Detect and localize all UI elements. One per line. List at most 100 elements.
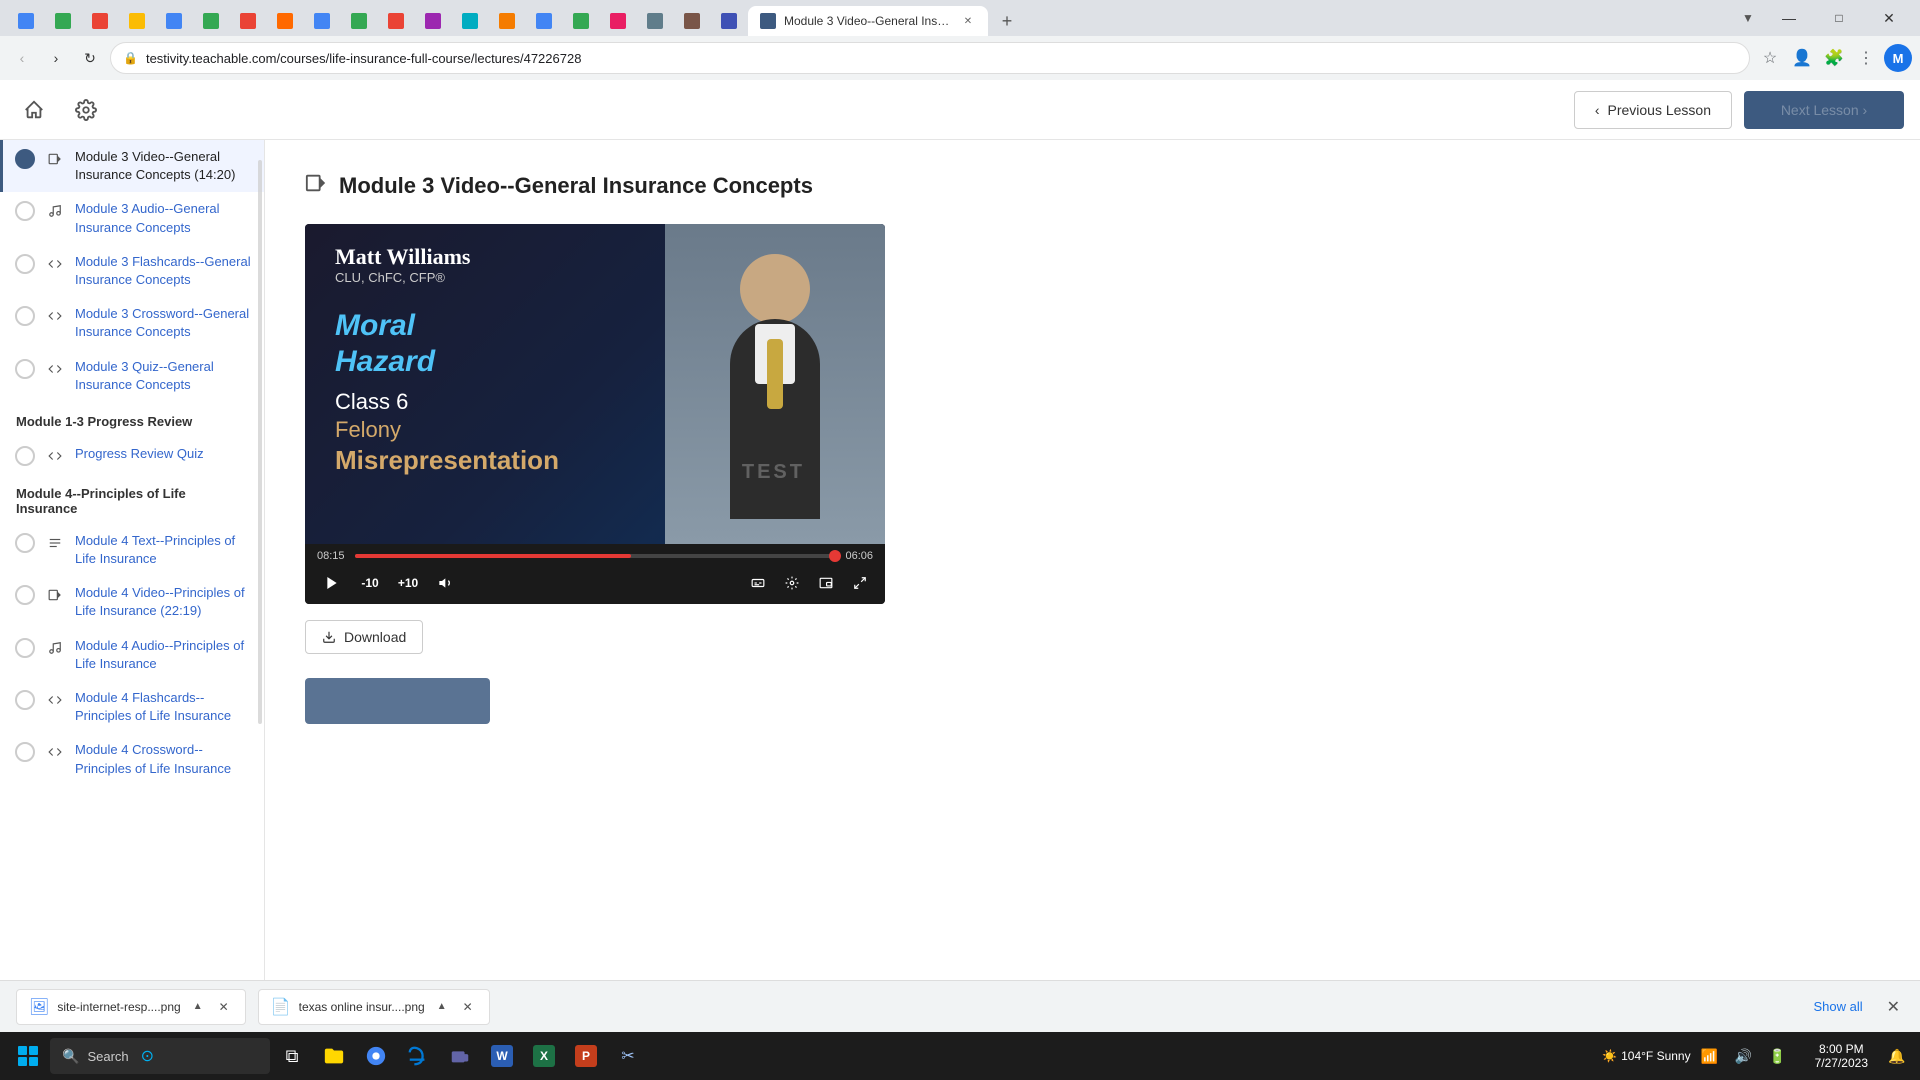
tab-search-btn[interactable]: ▼ (1734, 4, 1762, 32)
browser-tab-other18[interactable] (637, 6, 673, 36)
download-btn[interactable]: Download (305, 620, 423, 654)
sidebar-item-label-mod3-video: Module 3 Video--General Insurance Concep… (75, 148, 252, 184)
next-lesson-btn[interactable]: Next Lesson › (1744, 91, 1904, 129)
sidebar-item-mod4-audio[interactable]: Module 4 Audio--Principles of Life Insur… (0, 629, 264, 681)
browser-tab-other5[interactable] (156, 6, 192, 36)
taskbar-snipping[interactable]: ✂ (608, 1036, 648, 1076)
browser-tab-other19[interactable] (674, 6, 710, 36)
skip-fwd-btn[interactable]: +10 (393, 568, 423, 598)
back-btn[interactable]: ‹ (8, 44, 36, 72)
start-btn[interactable] (8, 1036, 48, 1076)
settings-video-btn[interactable] (779, 570, 805, 596)
bookmark-star-btn[interactable]: ☆ (1756, 44, 1784, 72)
sidebar-item-mod3-flash[interactable]: Module 3 Flashcards--General Insurance C… (0, 245, 264, 297)
taskbar-search[interactable]: 🔍 Search ⊙ (50, 1038, 270, 1074)
taskbar-task-view[interactable]: ⧉ (272, 1036, 312, 1076)
browser-tab-other4[interactable] (119, 6, 155, 36)
reload-btn[interactable]: ↻ (76, 44, 104, 72)
volume-btn[interactable] (431, 568, 461, 598)
taskbar-excel[interactable]: X (524, 1036, 564, 1076)
browser-tab-other17[interactable] (600, 6, 636, 36)
browser-tab-other8[interactable] (267, 6, 303, 36)
taskbar-explorer[interactable] (314, 1036, 354, 1076)
item-circle (15, 638, 35, 658)
profile-btn[interactable]: 👤 (1788, 44, 1816, 72)
taskbar-teams[interactable] (440, 1036, 480, 1076)
play-pause-btn[interactable] (317, 568, 347, 598)
tray-network[interactable]: 📶 (1695, 1038, 1725, 1074)
sidebar-item-mod4-flash[interactable]: Module 4 Flashcards--Principles of Life … (0, 681, 264, 733)
fullscreen-btn[interactable] (847, 570, 873, 596)
sidebar-item-mod4-text[interactable]: Module 4 Text--Principles of Life Insura… (0, 524, 264, 576)
browser-tab-other11[interactable] (378, 6, 414, 36)
taskbar-powerpoint[interactable]: P (566, 1036, 606, 1076)
item-circle (15, 254, 35, 274)
dl-item-2[interactable]: 📄 texas online insur....png ▲ ✕ (258, 989, 490, 1025)
address-bar[interactable]: 🔒 testivity.teachable.com/courses/life-i… (110, 42, 1750, 74)
browser-tab-other[interactable] (8, 6, 44, 36)
notifications-btn[interactable]: 🔔 (1882, 1038, 1912, 1074)
dl-item-1[interactable]: 🖼 site-internet-resp....png ▲ ✕ (16, 989, 246, 1025)
prev-lesson-btn[interactable]: ‹ Previous Lesson (1574, 91, 1732, 129)
new-tab-btn[interactable]: + (989, 6, 1025, 36)
dl-caret-1[interactable]: ▲ (189, 1001, 207, 1012)
browser-tab-active[interactable]: Module 3 Video--General Insurance Concep… (748, 6, 988, 36)
browser-tab-other13[interactable] (452, 6, 488, 36)
settings-btn[interactable] (68, 92, 104, 128)
progress-track[interactable] (355, 554, 836, 558)
sidebar-item-mod4-cross[interactable]: Module 4 Crossword--Principles of Life I… (0, 733, 264, 785)
browser-tab-other20[interactable] (711, 6, 747, 36)
dl-caret-2[interactable]: ▲ (433, 1001, 451, 1012)
sidebar-item-mod3-video[interactable]: Module 3 Video--General Insurance Concep… (0, 140, 264, 192)
dl-close-1[interactable]: ✕ (215, 1000, 233, 1014)
remaining-time: 06:06 (845, 550, 873, 562)
home-btn[interactable] (16, 92, 52, 128)
main-content: Module 3 Video--General Insurance Concep… (265, 140, 1920, 1080)
taskbar-edge[interactable] (398, 1036, 438, 1076)
more-btn[interactable]: ⋮ (1852, 44, 1880, 72)
browser-tab-other16[interactable] (563, 6, 599, 36)
browser-tab-other15[interactable] (526, 6, 562, 36)
tray-volume[interactable]: 🔊 (1729, 1038, 1759, 1074)
pip-btn[interactable] (813, 570, 839, 596)
extension-btn[interactable]: 🧩 (1820, 44, 1848, 72)
captions-btn[interactable] (745, 570, 771, 596)
browser-tab-other10[interactable] (341, 6, 377, 36)
control-buttons: -10 +10 (317, 568, 873, 598)
code-icon3 (45, 359, 65, 379)
taskbar-clock[interactable]: 8:00 PM 7/27/2023 (1803, 1038, 1880, 1074)
sidebar-item-mod3-cross[interactable]: Module 3 Crossword--General Insurance Co… (0, 297, 264, 349)
taskbar-tray: ☀️ 104°F Sunny 📶 🔊 🔋 (1594, 1038, 1800, 1074)
browser-tab-other2[interactable] (45, 6, 81, 36)
dl-bar-close-btn[interactable]: ✕ (1883, 993, 1904, 1021)
header-left (16, 92, 104, 128)
user-avatar[interactable]: M (1884, 44, 1912, 72)
tray-battery[interactable]: 🔋 (1763, 1038, 1793, 1074)
browser-tab-other7[interactable] (230, 6, 266, 36)
taskbar-word[interactable]: W (482, 1036, 522, 1076)
minimize-btn[interactable]: — (1766, 4, 1812, 32)
video-thumbnail: Matt Williams CLU, ChFC, CFP® Moral Haza… (305, 224, 885, 544)
download-label: Download (344, 629, 406, 645)
maximize-btn[interactable]: □ (1816, 4, 1862, 32)
skip-back-btn[interactable]: -10 (355, 568, 385, 598)
sidebar-item-label-mod4-audio: Module 4 Audio--Principles of Life Insur… (75, 637, 252, 673)
tab-close-btn[interactable]: ✕ (960, 13, 976, 29)
browser-tab-other12[interactable] (415, 6, 451, 36)
sidebar-item-mod4-video[interactable]: Module 4 Video--Principles of Life Insur… (0, 576, 264, 628)
sidebar-item-mod3-quiz[interactable]: Module 3 Quiz--General Insurance Concept… (0, 350, 264, 402)
browser-tab-other3[interactable] (82, 6, 118, 36)
sidebar-item-mod3-audio[interactable]: Module 3 Audio--General Insurance Concep… (0, 192, 264, 244)
forward-btn[interactable]: › (42, 44, 70, 72)
lock-icon: 🔒 (123, 51, 138, 65)
browser-tab-other9[interactable] (304, 6, 340, 36)
taskbar-chrome[interactable] (356, 1036, 396, 1076)
browser-tab-other6[interactable] (193, 6, 229, 36)
show-all-btn[interactable]: Show all (1805, 995, 1870, 1018)
weather-widget[interactable]: ☀️ 104°F Sunny (1602, 1049, 1690, 1063)
sidebar-item-progress-quiz[interactable]: Progress Review Quiz (0, 437, 264, 474)
browser-tab-other14[interactable] (489, 6, 525, 36)
toolbar-actions: ☆ 👤 🧩 ⋮ M (1756, 44, 1912, 72)
dl-close-2[interactable]: ✕ (459, 1000, 477, 1014)
close-btn[interactable]: ✕ (1866, 4, 1912, 32)
